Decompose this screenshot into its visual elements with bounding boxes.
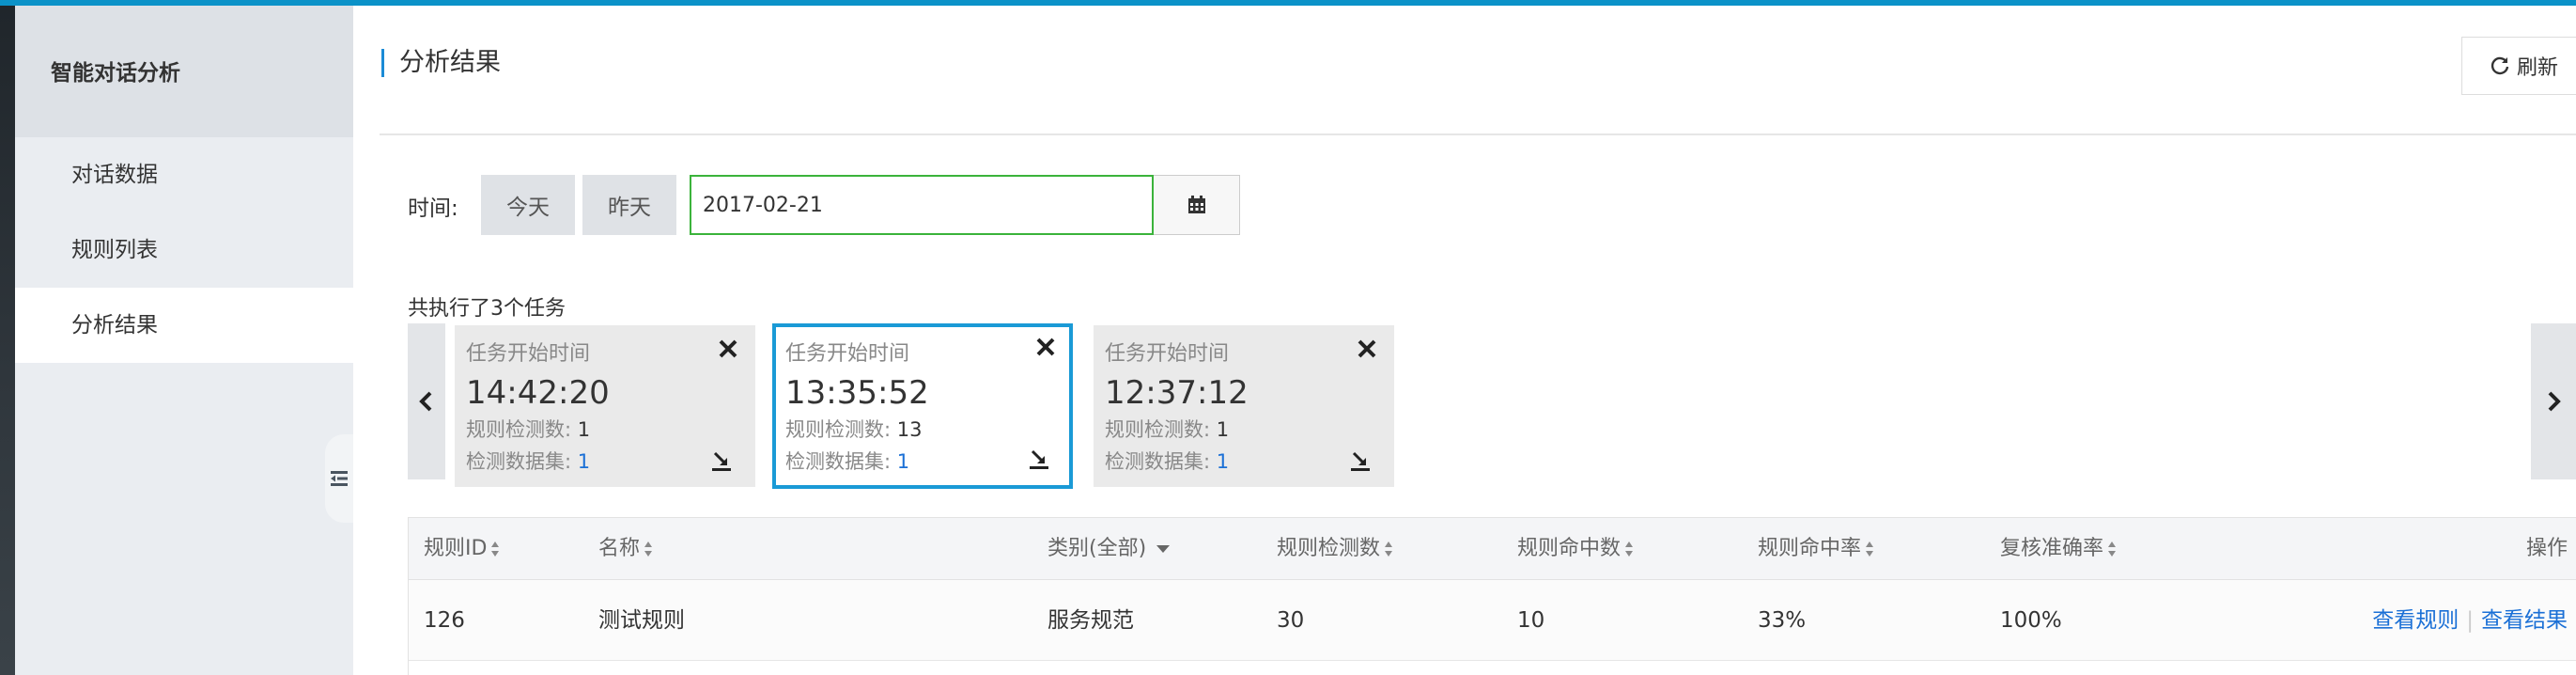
rule-count-label: 规则检测数:	[466, 418, 572, 441]
carousel-next-button[interactable]	[2531, 323, 2576, 479]
sort-icon	[1866, 542, 1874, 557]
page-title: 分析结果	[381, 49, 501, 77]
action-separator: |	[2466, 608, 2474, 633]
view-result-link[interactable]: 查看结果	[2481, 608, 2568, 633]
download-icon[interactable]	[1028, 447, 1050, 470]
task-start-time: 13:35:52	[785, 374, 929, 412]
cell-name: 测试规则	[598, 608, 685, 633]
task-card[interactable]: 任务开始时间 12:37:12 规则检测数: 1 检测数据集: 1	[1094, 325, 1394, 487]
dataset-link[interactable]: 1	[897, 450, 909, 473]
task-start-label: 任务开始时间	[1105, 342, 1230, 366]
cell-actions: 查看规则 | 查看结果	[2372, 580, 2568, 661]
carousel-prev-button[interactable]	[408, 323, 445, 479]
sidebar-collapse-toggle[interactable]	[325, 434, 353, 523]
sidebar: 智能对话分析 对话数据 规则列表 分析结果	[15, 6, 353, 675]
collapse-menu-icon	[331, 471, 348, 486]
cell-hit-rate: 33%	[1758, 608, 1807, 633]
dataset-label: 检测数据集:	[1105, 450, 1211, 473]
cell-detect-count: 30	[1277, 608, 1305, 633]
view-rule-link[interactable]: 查看规则	[2372, 608, 2459, 633]
chevron-left-icon	[419, 391, 432, 412]
chevron-right-icon	[2548, 391, 2561, 412]
close-icon[interactable]	[1357, 338, 1377, 359]
sort-icon	[644, 542, 653, 557]
dataset-link[interactable]: 1	[1217, 450, 1229, 473]
column-header-rule-id[interactable]: 规则ID	[424, 518, 500, 580]
task-start-label: 任务开始时间	[785, 342, 910, 366]
rule-count-label: 规则检测数:	[1105, 418, 1211, 441]
main-content: 分析结果 刷新 时间: 今天 昨天 2017-02-21 共执行了3个任务 任务…	[353, 6, 2576, 675]
column-header-actions: 操作	[2525, 537, 2568, 560]
sidebar-title: 智能对话分析	[15, 6, 353, 137]
today-button[interactable]: 今天	[481, 175, 575, 235]
sidebar-item-rule-list[interactable]: 规则列表	[15, 212, 353, 288]
dataset-label: 检测数据集:	[466, 450, 572, 473]
calendar-icon	[1187, 196, 1205, 213]
refresh-label: 刷新	[2517, 56, 2559, 80]
dataset-label: 检测数据集:	[785, 450, 892, 473]
date-input[interactable]: 2017-02-21	[690, 175, 1154, 235]
rule-count-value: 13	[896, 418, 923, 441]
time-label: 时间:	[408, 196, 458, 221]
rule-count-value: 1	[1216, 418, 1230, 441]
task-start-time: 12:37:12	[1105, 374, 1249, 412]
rule-count-value: 1	[577, 418, 591, 441]
task-start-label: 任务开始时间	[466, 342, 591, 366]
sort-icon	[1385, 542, 1393, 557]
column-header-hit-count[interactable]: 规则命中数	[1517, 518, 1634, 580]
download-icon[interactable]	[1349, 449, 1372, 472]
sidebar-item-analysis-result[interactable]: 分析结果	[15, 288, 353, 363]
cell-hit-count: 10	[1517, 608, 1545, 633]
column-header-detect-count[interactable]: 规则检测数	[1277, 518, 1393, 580]
date-value: 2017-02-21	[703, 193, 823, 217]
column-header-category[interactable]: 类别(全部)	[1047, 518, 1171, 580]
sidebar-item-dialog-data[interactable]: 对话数据	[15, 137, 353, 212]
sort-icon	[491, 542, 500, 557]
task-card[interactable]: 任务开始时间 14:42:20 规则检测数: 1 检测数据集: 1	[455, 325, 755, 487]
task-start-time: 14:42:20	[466, 374, 610, 412]
cell-rule-id: 126	[424, 608, 465, 633]
column-header-hit-rate[interactable]: 规则命中率	[1758, 518, 1874, 580]
sort-icon	[2108, 542, 2117, 557]
dataset-link[interactable]: 1	[578, 450, 590, 473]
outer-dark-strip	[0, 6, 15, 675]
close-icon[interactable]	[718, 338, 738, 359]
refresh-icon	[2491, 56, 2509, 75]
task-count-summary: 共执行了3个任务	[408, 297, 566, 321]
column-header-review-accuracy[interactable]: 复核准确率	[2000, 518, 2117, 580]
rule-count-label: 规则检测数:	[785, 418, 892, 441]
column-header-name[interactable]: 名称	[598, 518, 653, 580]
download-icon[interactable]	[710, 449, 733, 472]
header-divider	[380, 133, 2576, 135]
refresh-button[interactable]: 刷新	[2461, 37, 2576, 95]
close-icon[interactable]	[1035, 337, 1056, 357]
cell-review-accuracy: 100%	[2000, 608, 2062, 633]
calendar-button[interactable]	[1154, 175, 1240, 235]
caret-down-icon	[1156, 545, 1171, 553]
table-header: 规则ID 名称 类别(全部) 规则检测数 规则命中数 规则命中率 复核准确率 操…	[409, 518, 2576, 580]
cell-category: 服务规范	[1047, 608, 1134, 633]
task-card-selected[interactable]: 任务开始时间 13:35:52 规则检测数: 13 检测数据集: 1	[772, 323, 1073, 489]
sort-icon	[1625, 542, 1634, 557]
table-row: 126 测试规则 服务规范 30 10 33% 100% 查看规则 | 查看结果	[409, 580, 2576, 661]
results-table: 规则ID 名称 类别(全部) 规则检测数 规则命中数 规则命中率 复核准确率 操…	[408, 517, 2576, 675]
yesterday-button[interactable]: 昨天	[582, 175, 676, 235]
